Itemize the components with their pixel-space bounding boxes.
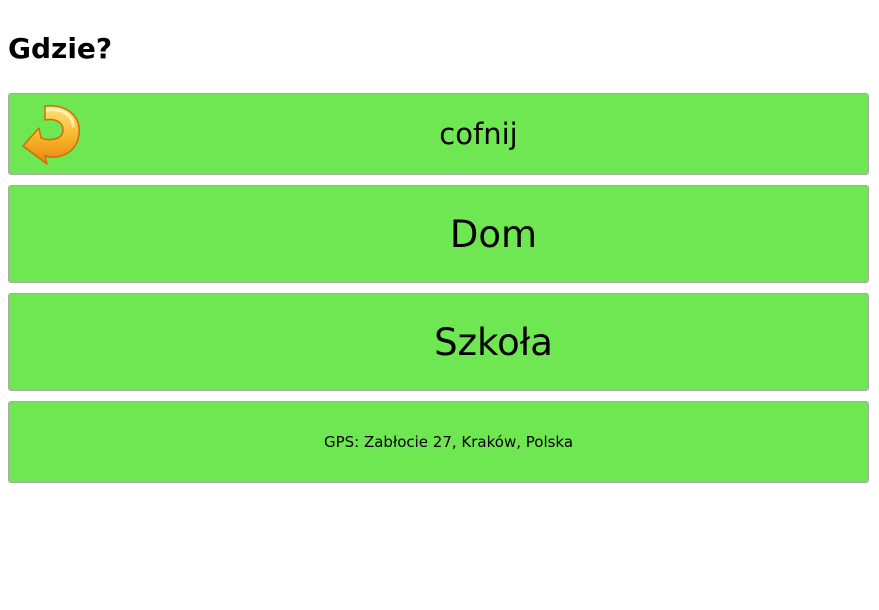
back-button-label: cofnij <box>439 117 518 151</box>
page-title: Gdzie? <box>8 32 113 65</box>
back-arrow-icon <box>19 102 85 166</box>
school-button[interactable]: Szkoła <box>8 293 869 391</box>
home-button[interactable]: Dom <box>8 185 869 283</box>
home-button-label: Dom <box>449 212 538 256</box>
gps-location-button[interactable]: GPS: Zabłocie 27, Kraków, Polska <box>8 401 869 483</box>
back-button[interactable]: cofnij <box>8 93 869 175</box>
gps-location-label: GPS: Zabłocie 27, Kraków, Polska <box>323 433 574 451</box>
school-button-label: Szkoła <box>434 320 553 364</box>
